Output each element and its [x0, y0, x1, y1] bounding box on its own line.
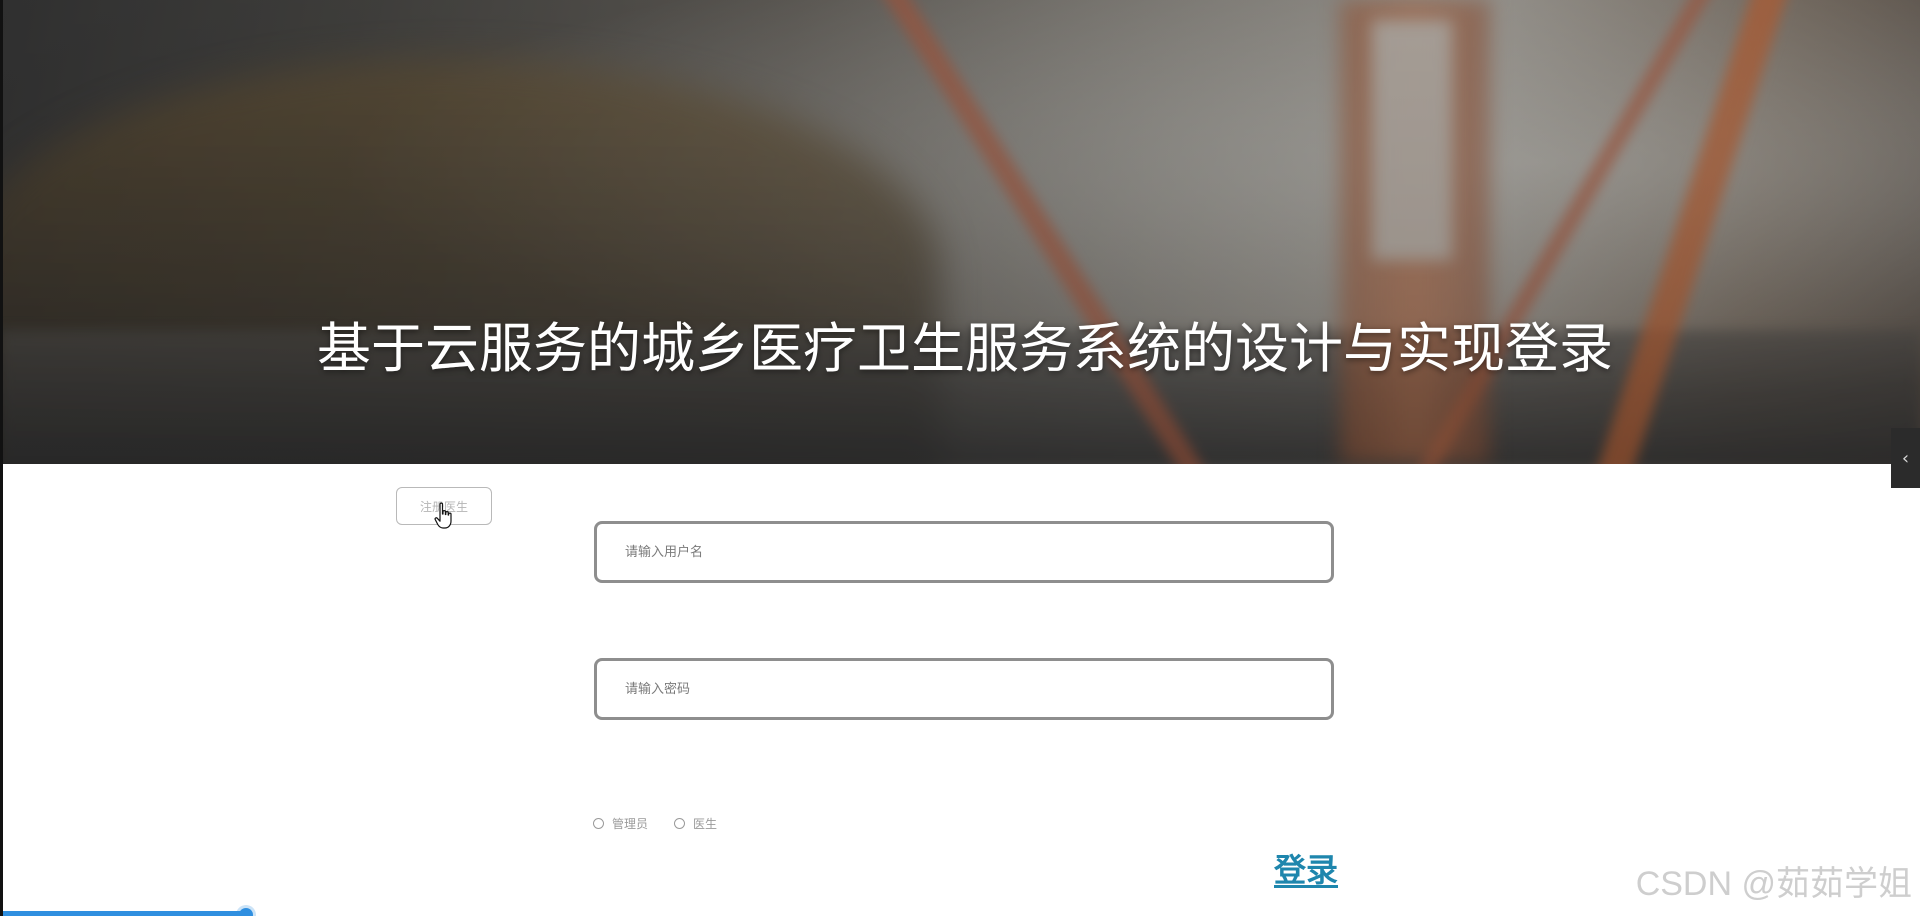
video-progress-knob[interactable]: [238, 908, 253, 916]
role-radio-group: 管理员 医生: [593, 815, 743, 832]
radio-admin[interactable]: [593, 818, 604, 829]
video-progress-bar[interactable]: [0, 908, 1920, 916]
password-input[interactable]: [594, 658, 1334, 720]
login-page: 基于云服务的城乡医疗卫生服务系统的设计与实现登录 ‹ 注册医生 管理员 医生 登…: [0, 0, 1920, 916]
radio-doctor[interactable]: [674, 818, 686, 829]
video-progress-fill: [0, 911, 246, 916]
hero-banner: 基于云服务的城乡医疗卫生服务系统的设计与实现登录: [0, 0, 1920, 464]
role-option-doctor[interactable]: 医生: [674, 815, 717, 832]
hero-bg-shade: [0, 0, 1920, 464]
role-label-doctor: 医生: [693, 817, 718, 831]
side-panel-toggle[interactable]: ‹: [1891, 428, 1920, 488]
role-label-admin: 管理员: [612, 817, 649, 831]
username-input[interactable]: [594, 521, 1334, 583]
hand-pointer-cursor-icon: [434, 502, 452, 529]
left-edge-border: [0, 0, 3, 916]
csdn-watermark: CSDN @茹茹学姐: [1635, 865, 1912, 903]
page-title: 基于云服务的城乡医疗卫生服务系统的设计与实现登录: [317, 317, 1613, 381]
role-option-admin[interactable]: 管理员: [593, 815, 648, 832]
login-button[interactable]: 登录: [1274, 848, 1338, 892]
chevron-left-icon: ‹: [1901, 447, 1910, 469]
